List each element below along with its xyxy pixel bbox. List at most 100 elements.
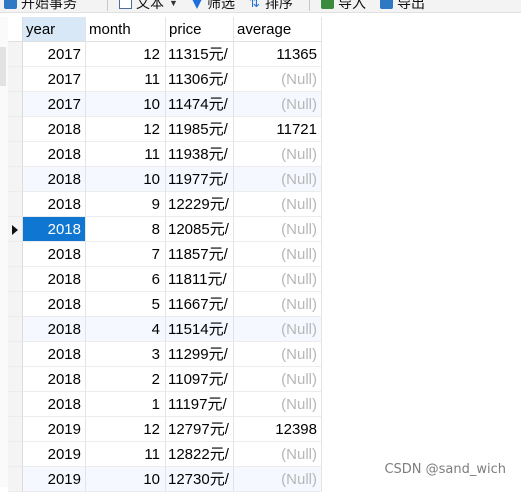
cell-average[interactable]: 12398: [234, 417, 322, 442]
cell-year[interactable]: 2018: [23, 117, 86, 142]
cell-average[interactable]: (Null): [234, 217, 322, 242]
cell-price[interactable]: 12797元/: [166, 417, 234, 442]
cell-month[interactable]: 12: [86, 42, 166, 67]
begin-transaction-button[interactable]: 开始事务: [4, 0, 77, 12]
cell-year[interactable]: 2017: [23, 92, 86, 117]
table-row[interactable]: 2018 6 11811元/(Null): [8, 267, 322, 292]
cell-price[interactable]: 12085元/: [166, 217, 234, 242]
cell-month[interactable]: 3: [86, 342, 166, 367]
table-row[interactable]: 2018 2 11097元/(Null): [8, 367, 322, 392]
cell-month[interactable]: 6: [86, 267, 166, 292]
cell-month[interactable]: 10: [86, 92, 166, 117]
cell-year[interactable]: 2018: [23, 192, 86, 217]
column-header-average[interactable]: average: [234, 17, 322, 42]
cell-month[interactable]: 8: [86, 217, 166, 242]
table-row[interactable]: 2017 10 11474元/(Null): [8, 92, 322, 117]
cell-average[interactable]: (Null): [234, 192, 322, 217]
cell-month[interactable]: 10: [86, 167, 166, 192]
cell-year[interactable]: 2019: [23, 417, 86, 442]
row-selector[interactable]: [8, 367, 23, 392]
filter-button[interactable]: 筛选: [191, 0, 235, 12]
cell-year[interactable]: 2018: [23, 167, 86, 192]
table-row[interactable]: 2018 11 11938元/(Null): [8, 142, 322, 167]
cell-average[interactable]: (Null): [234, 267, 322, 292]
table-row[interactable]: 2018 8 12085元/(Null): [8, 217, 322, 242]
column-header-year[interactable]: year: [23, 17, 86, 42]
cell-price[interactable]: 11097元/: [166, 367, 234, 392]
cell-average[interactable]: 11365: [234, 42, 322, 67]
table-row[interactable]: 2019 12 12797元/12398: [8, 417, 322, 442]
cell-year[interactable]: 2018: [23, 217, 86, 242]
cell-month[interactable]: 2: [86, 367, 166, 392]
row-selector[interactable]: [8, 342, 23, 367]
table-row[interactable]: 2018 5 11667元/(Null): [8, 292, 322, 317]
cell-average[interactable]: (Null): [234, 67, 322, 92]
cell-month[interactable]: 12: [86, 417, 166, 442]
chevron-down-icon[interactable]: ▼: [169, 0, 178, 8]
cell-year[interactable]: 2018: [23, 317, 86, 342]
row-selector[interactable]: [8, 167, 23, 192]
row-selector[interactable]: [8, 42, 23, 67]
cell-month[interactable]: 12: [86, 117, 166, 142]
row-selector[interactable]: [8, 67, 23, 92]
row-selector[interactable]: [8, 117, 23, 142]
cell-month[interactable]: 7: [86, 242, 166, 267]
cell-year[interactable]: 2018: [23, 242, 86, 267]
row-selector[interactable]: [8, 142, 23, 167]
cell-price[interactable]: 11938元/: [166, 142, 234, 167]
cell-price[interactable]: 11857元/: [166, 242, 234, 267]
cell-price[interactable]: 11197元/: [166, 392, 234, 417]
row-selector[interactable]: [8, 217, 23, 242]
table-row[interactable]: 2017 11 11306元/(Null): [8, 67, 322, 92]
cell-year[interactable]: 2018: [23, 142, 86, 167]
cell-month[interactable]: 9: [86, 192, 166, 217]
cell-year[interactable]: 2018: [23, 367, 86, 392]
cell-month[interactable]: 10: [86, 467, 166, 492]
cell-average[interactable]: (Null): [234, 467, 322, 492]
row-selector[interactable]: [8, 467, 23, 492]
row-selector[interactable]: [8, 317, 23, 342]
table-row[interactable]: 2018 9 12229元/(Null): [8, 192, 322, 217]
row-selector[interactable]: [8, 442, 23, 467]
cell-average[interactable]: (Null): [234, 342, 322, 367]
table-row[interactable]: 2019 10 12730元/(Null): [8, 467, 322, 492]
table-row[interactable]: 2018 1 11197元/(Null): [8, 392, 322, 417]
row-selector[interactable]: [8, 242, 23, 267]
cell-price[interactable]: 11977元/: [166, 167, 234, 192]
column-header-price[interactable]: price: [166, 17, 234, 42]
text-view-button[interactable]: 文本 ▼: [119, 0, 178, 12]
cell-price[interactable]: 11514元/: [166, 317, 234, 342]
column-header-month[interactable]: month: [86, 17, 166, 42]
cell-year[interactable]: 2018: [23, 267, 86, 292]
cell-price[interactable]: 11474元/: [166, 92, 234, 117]
cell-price[interactable]: 11315元/: [166, 42, 234, 67]
table-row[interactable]: 2017 12 11315元/11365: [8, 42, 322, 67]
row-selector[interactable]: [8, 267, 23, 292]
row-selector[interactable]: [8, 92, 23, 117]
cell-year[interactable]: 2017: [23, 67, 86, 92]
cell-year[interactable]: 2018: [23, 342, 86, 367]
cell-average[interactable]: 11721: [234, 117, 322, 142]
cell-year[interactable]: 2019: [23, 467, 86, 492]
row-selector[interactable]: [8, 292, 23, 317]
row-selector[interactable]: [8, 392, 23, 417]
cell-price[interactable]: 11299元/: [166, 342, 234, 367]
cell-month[interactable]: 11: [86, 442, 166, 467]
cell-average[interactable]: (Null): [234, 392, 322, 417]
table-row[interactable]: 2018 3 11299元/(Null): [8, 342, 322, 367]
row-selector[interactable]: [8, 192, 23, 217]
table-row[interactable]: 2018 12 11985元/11721: [8, 117, 322, 142]
cell-price[interactable]: 12229元/: [166, 192, 234, 217]
cell-month[interactable]: 11: [86, 67, 166, 92]
cell-price[interactable]: 12822元/: [166, 442, 234, 467]
cell-average[interactable]: (Null): [234, 167, 322, 192]
cell-average[interactable]: (Null): [234, 442, 322, 467]
cell-month[interactable]: 11: [86, 142, 166, 167]
table-row[interactable]: 2018 4 11514元/(Null): [8, 317, 322, 342]
cell-price[interactable]: 11985元/: [166, 117, 234, 142]
cell-price[interactable]: 11667元/: [166, 292, 234, 317]
cell-average[interactable]: (Null): [234, 367, 322, 392]
cell-month[interactable]: 4: [86, 317, 166, 342]
cell-month[interactable]: 5: [86, 292, 166, 317]
cell-average[interactable]: (Null): [234, 142, 322, 167]
